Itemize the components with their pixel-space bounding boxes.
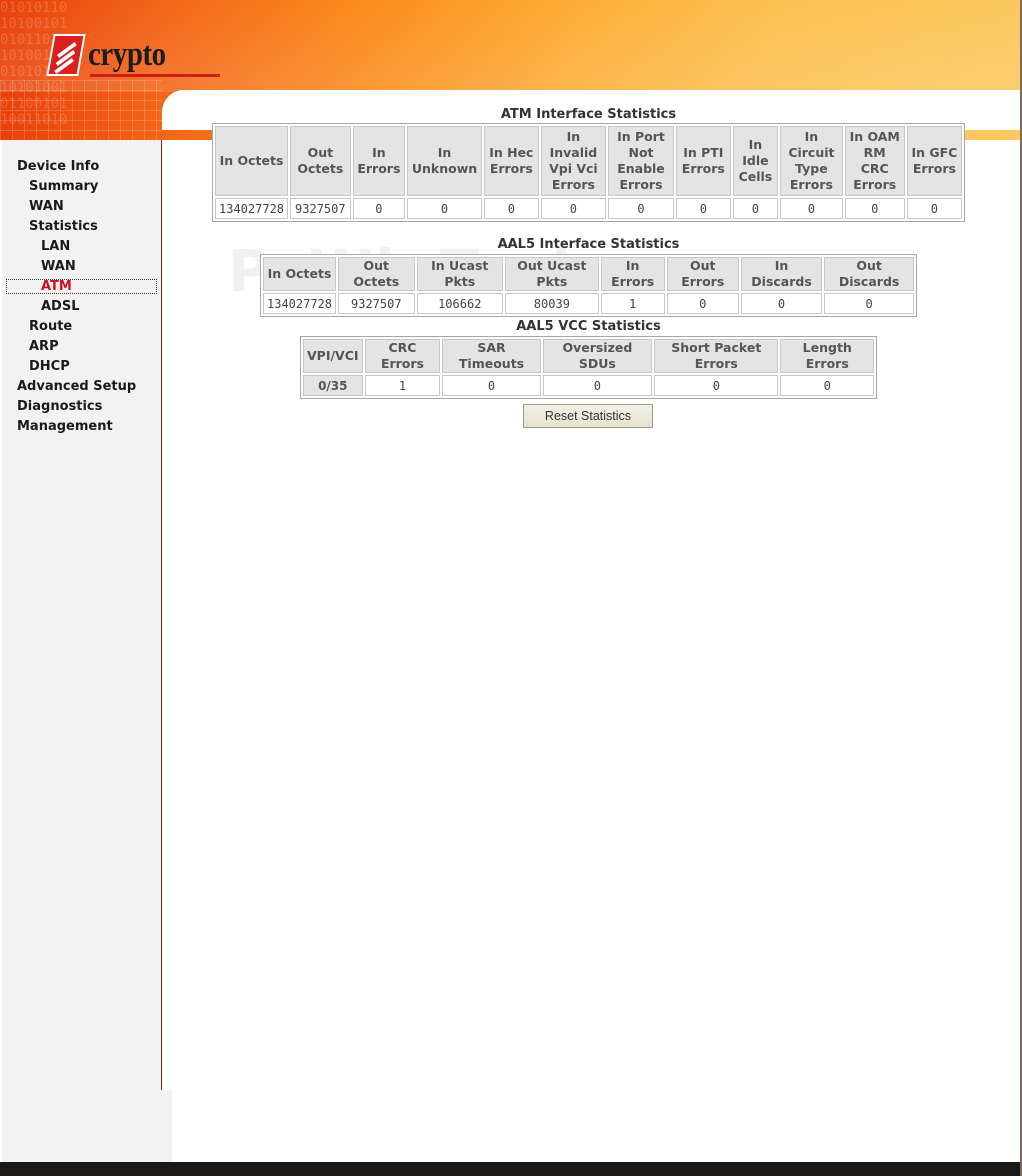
table-cell: 1 (600, 293, 665, 314)
table-cell: 0 (780, 375, 874, 396)
sidebar-footer (2, 1090, 172, 1162)
table-cell: 106662 (416, 293, 503, 314)
col-header: Oversized SDUs (542, 339, 653, 373)
col-header: In Ucast Pkts (416, 257, 503, 291)
sidebar-item-arp[interactable]: ARP (29, 338, 59, 356)
sidebar-item-device-info[interactable]: Device Info (17, 158, 99, 176)
vpi-vci-cell: 0/35 (303, 375, 363, 396)
col-header: In PTI Errors (675, 126, 731, 196)
aal5-vcc-table: VPI/VCI CRC Errors SAR Timeouts Oversize… (300, 336, 877, 399)
table-cell: 9327507 (290, 198, 351, 219)
logo-underline (90, 74, 220, 77)
table-cell: 0 (483, 198, 539, 219)
col-header: In Octets (215, 126, 289, 196)
table-row: 0/35 1 0 0 0 0 (303, 375, 874, 396)
sidebar-item-statistics[interactable]: Statistics (29, 218, 98, 236)
sidebar-item-dhcp[interactable]: DHCP (29, 358, 70, 376)
col-header: CRC Errors (364, 339, 441, 373)
sidebar-item-stats-wan[interactable]: WAN (41, 258, 76, 276)
grid-pattern (0, 80, 162, 140)
sidebar-item-adsl[interactable]: ADSL (41, 298, 80, 316)
col-header: SAR Timeouts (442, 339, 541, 373)
logo: crypto (46, 32, 220, 78)
col-header: Out Octets (338, 257, 415, 291)
active-item-focus (6, 279, 157, 294)
col-header: In Errors (600, 257, 665, 291)
table-header-row: VPI/VCI CRC Errors SAR Timeouts Oversize… (303, 339, 874, 373)
sidebar-item-advanced-setup[interactable]: Advanced Setup (17, 378, 136, 396)
sidebar-item-wan[interactable]: WAN (29, 198, 64, 216)
table-cell: 0 (824, 293, 914, 314)
col-header: In OAM RM CRC Errors (844, 126, 905, 196)
bottom-bar (0, 1162, 1022, 1176)
sidebar: Device Info Summary WAN Statistics LAN W… (2, 140, 162, 1090)
table-cell: 1 (364, 375, 441, 396)
aal5-vcc-title: AAL5 VCC Statistics (516, 319, 661, 334)
table-cell: 0 (666, 293, 739, 314)
col-header: Short Packet Errors (654, 339, 779, 373)
table-cell: 0 (654, 375, 779, 396)
sidebar-item-management[interactable]: Management (17, 418, 113, 436)
col-header: In Unknown (407, 126, 482, 196)
table-cell: 0 (780, 198, 843, 219)
col-header: Out Errors (666, 257, 739, 291)
table-cell: 0 (540, 198, 607, 219)
sidebar-item-diagnostics[interactable]: Diagnostics (17, 398, 102, 416)
table-cell: 0 (352, 198, 406, 219)
col-header: VPI/VCI (303, 339, 363, 373)
col-header: In Discards (740, 257, 823, 291)
table-cell: 0 (732, 198, 779, 219)
table-cell: 0 (906, 198, 962, 219)
table-cell: 0 (542, 375, 653, 396)
table-header-row: In Octets Out Octets In Ucast Pkts Out U… (263, 257, 914, 291)
col-header: In Hec Errors (483, 126, 539, 196)
content-corner (162, 90, 202, 130)
table-cell: 0 (844, 198, 905, 219)
table-cell: 0 (442, 375, 541, 396)
logo-text: crypto (88, 36, 166, 73)
col-header: In Errors (352, 126, 406, 196)
sidebar-item-lan[interactable]: LAN (41, 238, 70, 256)
atm-interface-table: In Octets Out Octets In Errors In Unknow… (212, 123, 965, 222)
sidebar-item-summary[interactable]: Summary (29, 178, 98, 196)
col-header: Out Octets (290, 126, 351, 196)
col-header: In Circuit Type Errors (780, 126, 843, 196)
col-header: In GFC Errors (906, 126, 962, 196)
table-row: 134027728 9327507 0 0 0 0 0 0 0 0 0 0 (215, 198, 962, 219)
table-cell: 0 (407, 198, 482, 219)
col-header: Out Discards (824, 257, 914, 291)
table-cell: 0 (675, 198, 731, 219)
table-cell: 80039 (504, 293, 599, 314)
col-header: In Idle Cells (732, 126, 779, 196)
table-cell: 0 (740, 293, 823, 314)
aal5-interface-table: In Octets Out Octets In Ucast Pkts Out U… (260, 254, 917, 317)
table-header-row: In Octets Out Octets In Errors In Unknow… (215, 126, 962, 196)
logo-mark-icon (46, 34, 86, 76)
table-cell: 134027728 (263, 293, 337, 314)
reset-statistics-button[interactable]: Reset Statistics (523, 404, 653, 428)
atm-interface-title: ATM Interface Statistics (500, 107, 677, 122)
col-header: In Port Not Enable Errors (608, 126, 674, 196)
col-header: In Invalid Vpi Vci Errors (540, 126, 607, 196)
col-header: In Octets (263, 257, 337, 291)
col-header: Out Ucast Pkts (504, 257, 599, 291)
col-header: Length Errors (780, 339, 874, 373)
table-cell: 134027728 (215, 198, 289, 219)
sidebar-item-route[interactable]: Route (29, 318, 72, 336)
table-row: 134027728 9327507 106662 80039 1 0 0 0 (263, 293, 914, 314)
table-cell: 0 (608, 198, 674, 219)
table-cell: 9327507 (338, 293, 415, 314)
sidebar-item-atm[interactable]: ATM (41, 278, 72, 296)
aal5-interface-title: AAL5 Interface Statistics (497, 237, 680, 252)
